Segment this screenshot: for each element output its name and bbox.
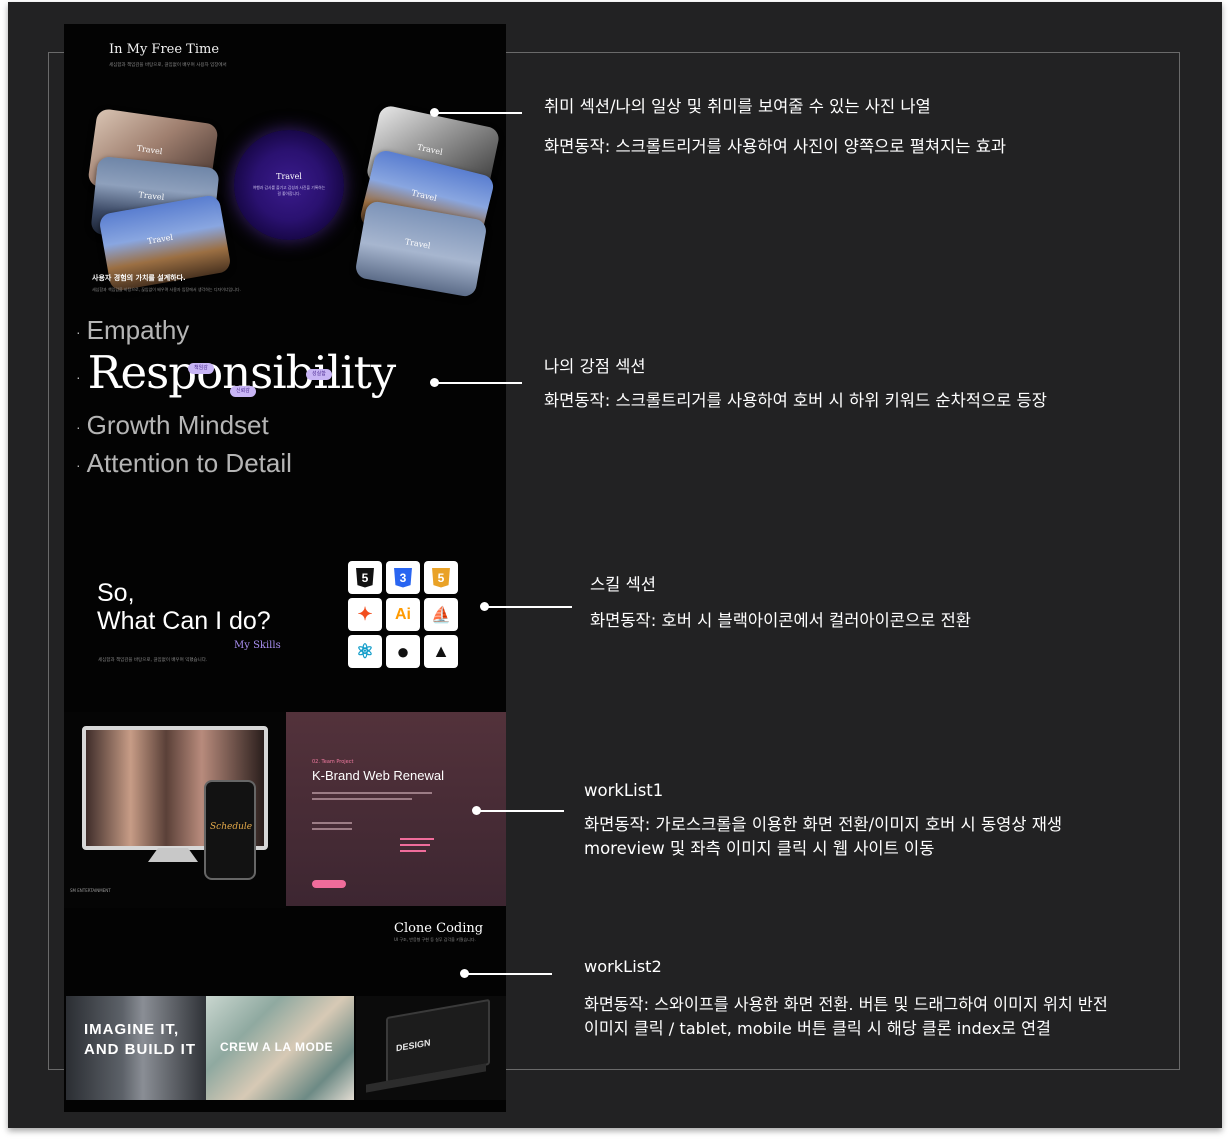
moreview-button[interactable]: [312, 880, 346, 888]
travel-orb[interactable]: Travel 여행과 감사를 즐기고 감성과 사진을 기록하는 걸 좋아합니다.: [234, 130, 344, 240]
progress-bar: [400, 850, 426, 852]
clone-coding-subtitle: UI 구조, 반응형 구현 등 실무 감각을 키웠습니다.: [394, 937, 476, 942]
tag-responsibility: 책임감: [188, 363, 214, 374]
annotation-line: [466, 973, 552, 975]
skill-icon-grid: 5 3 5 ✦ Ai ⛵ ⚛ ● ▲: [348, 561, 460, 668]
annotation-worklist1: workList1 화면동작: 가로스크롤을 이용한 화면 전환/이미지 호버 …: [584, 781, 1063, 858]
javascript-glyph: 5: [432, 567, 450, 588]
clone-card-imagine[interactable]: IMAGINE IT, AND BUILD IT: [66, 996, 206, 1100]
css3-glyph: 3: [394, 567, 412, 588]
page-preview[interactable]: In My Free Time 세심함과 책임감을 바탕으로, 끊임없이 배우며…: [64, 24, 506, 1112]
progress-bar: [400, 838, 434, 840]
ent-label: SM ENTERTAINMENT: [70, 888, 111, 893]
vercel-glyph: ▲: [432, 641, 450, 661]
html5-glyph: 5: [356, 567, 374, 588]
clone-card-design[interactable]: DESIGN: [356, 996, 506, 1100]
figma-glyph: ✦: [357, 604, 373, 624]
desc-line: [312, 798, 412, 800]
annotation-line: [478, 810, 564, 812]
annotation-line: [436, 112, 522, 114]
annotation-line: [486, 606, 572, 608]
skills-desc: 세심함과 책임감을 바탕으로, 끊임없이 배우며 익혔습니다.: [98, 658, 208, 663]
react-icon[interactable]: ⚛: [348, 635, 382, 668]
hobby-title: In My Free Time: [109, 42, 220, 57]
annotation-skills: 스킬 섹션 화면동작: 호버 시 블랙아이콘에서 컬러아이콘으로 전환: [590, 575, 971, 630]
hobby-desc: 세심함과 책임감을 바탕으로, 끊임없이 배우며 사용자 입장에서 생각하는 디…: [92, 287, 241, 292]
tag-trust: 신뢰감: [230, 386, 256, 397]
react-glyph: ⚛: [356, 641, 374, 663]
annotation-worklist2: workList2 화면동작: 스와이프를 사용한 화면 전환. 버튼 및 드래…: [584, 957, 1108, 1038]
orb-title: Travel: [276, 172, 302, 181]
project-number: 02. Team Project: [312, 759, 354, 765]
desc-line: [312, 828, 352, 830]
schedule-text: Schedule: [210, 822, 253, 832]
clone-card-crew[interactable]: CREW A LA MODE: [206, 996, 354, 1100]
sailboat-icon[interactable]: ⛵: [424, 598, 458, 631]
desc-line: [312, 822, 352, 824]
desc-line: [312, 792, 432, 794]
annotation-hobby: 취미 섹션/나의 일상 및 취미를 보여줄 수 있는 사진 나열 화면동작: 스…: [544, 97, 1007, 156]
skills-heading: So, What Can I do?: [97, 579, 271, 635]
tag-sincerity: 성실함: [306, 369, 332, 380]
keyword-attention-to-detail[interactable]: · Attention to Detail: [76, 448, 292, 479]
monitor-stand: [148, 848, 198, 862]
vercel-icon[interactable]: ▲: [424, 635, 458, 668]
keyword-empathy[interactable]: · Empathy: [76, 315, 189, 346]
project-title: K-Brand Web Renewal: [312, 768, 444, 783]
keyword-growth-mindset[interactable]: · Growth Mindset: [76, 410, 269, 441]
sailboat-glyph: ⛵: [431, 606, 451, 624]
annotation-line: [436, 382, 522, 384]
illustrator-glyph: Ai: [395, 605, 411, 623]
skills-subtitle: My Skills: [234, 640, 281, 651]
github-glyph: ●: [396, 638, 410, 664]
worklist1-mockup[interactable]: Schedule SM ENTERTAINMENT: [64, 712, 286, 908]
progress-bar: [400, 844, 430, 846]
github-icon[interactable]: ●: [386, 635, 420, 668]
javascript-icon[interactable]: 5: [424, 561, 458, 594]
illustrator-icon[interactable]: Ai: [386, 598, 420, 631]
annotation-strengths: 나의 강점 섹션 화면동작: 스크롤트리거를 사용하여 호버 시 하위 키워드 …: [544, 357, 1047, 410]
phone-mockup: Schedule: [204, 780, 256, 880]
orb-text: 여행과 감사를 즐기고 감성과 사진을 기록하는 걸 좋아합니다.: [252, 185, 326, 196]
hobby-heading: 사용자 경험의 가치를 설계하다.: [92, 274, 186, 282]
clone-coding-title: Clone Coding: [394, 921, 484, 936]
css3-icon[interactable]: 3: [386, 561, 420, 594]
figma-icon[interactable]: ✦: [348, 598, 382, 631]
html5-icon[interactable]: 5: [348, 561, 382, 594]
hobby-subtitle: 세심함과 책임감을 바탕으로, 끊임없이 배우며 사용자 입장에서: [109, 63, 227, 68]
